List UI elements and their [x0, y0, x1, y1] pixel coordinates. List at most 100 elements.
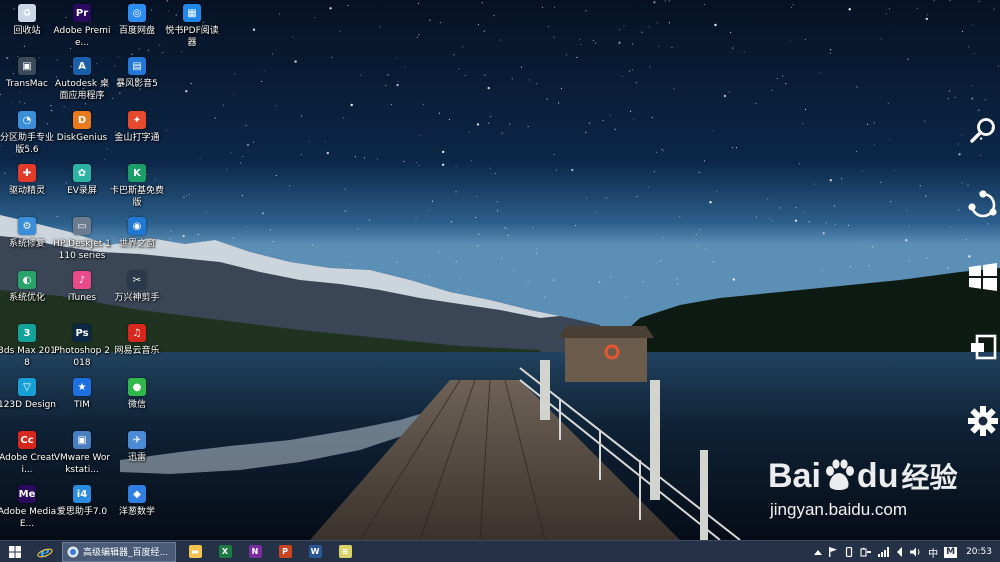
taskbar-word[interactable]: W — [300, 541, 330, 562]
desktop-icon[interactable]: K 卡巴斯基免费版 — [110, 160, 164, 210]
star — [880, 181, 882, 183]
search-charm[interactable] — [966, 114, 1000, 148]
desktop-icon[interactable]: ★ TIM — [55, 374, 109, 424]
desktop-icon[interactable]: ◆ 洋葱数学 — [110, 481, 164, 531]
star — [481, 2, 483, 4]
star — [993, 8, 995, 10]
baofeng-icon: ▤ — [128, 57, 146, 75]
star — [263, 70, 265, 72]
star — [477, 245, 479, 247]
desktop-icon[interactable]: ✦ 金山打字通 — [110, 107, 164, 157]
desktop-icon[interactable]: ◎ 百度网盘 — [110, 0, 164, 50]
star — [275, 105, 277, 107]
desktop-icon[interactable]: ▽ 123D Design — [0, 374, 56, 424]
tray-ime-language[interactable]: 中 — [925, 541, 941, 562]
star — [379, 26, 381, 28]
star — [677, 283, 679, 285]
star — [984, 99, 986, 101]
taskbar-file-explorer[interactable]: ▬ — [180, 541, 210, 562]
star — [272, 241, 274, 243]
settings-charm[interactable] — [966, 404, 1000, 438]
tray-action-center[interactable] — [825, 541, 841, 562]
taskbar-powerpoint[interactable]: P — [270, 541, 300, 562]
star — [542, 6, 544, 8]
taskbar-excel[interactable]: X — [210, 541, 240, 562]
desktop-icon[interactable]: Ps Photoshop 2018 — [54, 320, 110, 370]
desktop-icon-grid: ♻ 回收站 Pr Adobe Premie... ◎ 百度网盘 ▦ 悦书PDF阅读器 ▣ Tran… — [0, 0, 220, 540]
star — [849, 266, 851, 268]
star — [798, 163, 801, 165]
desktop-icon[interactable]: ◉ 世界之窗 — [110, 213, 164, 263]
desktop-icon[interactable]: ▤ 暴风影音5 — [110, 53, 164, 103]
desktop-icon[interactable]: i4 爱思助手7.0 — [55, 481, 109, 531]
star — [233, 94, 235, 96]
desktop-icon-label: 卡巴斯基免费版 — [109, 186, 164, 208]
desktop-icon[interactable]: ✚ 驱动精灵 — [0, 160, 54, 210]
star — [419, 134, 421, 136]
star — [347, 4, 349, 7]
star — [357, 228, 359, 230]
desktop-icon-label: 万兴神剪手 — [114, 293, 160, 303]
desktop-icon[interactable]: ♻ 回收站 — [0, 0, 54, 50]
desktop-icon[interactable]: ✈ 迅雷 — [110, 427, 164, 477]
taskbar-notepad[interactable]: ≡ — [330, 541, 360, 562]
taskbar-onenote[interactable]: N — [240, 541, 270, 562]
desktop-icon[interactable]: ▣ VMware Workstati... — [54, 427, 110, 477]
star — [908, 260, 910, 262]
tray-volume[interactable] — [907, 541, 925, 562]
desktop-icon[interactable]: ✿ EV录屏 — [55, 160, 109, 210]
devices-charm[interactable] — [966, 330, 1000, 364]
star — [439, 22, 441, 24]
desktop-icon[interactable]: A Autodesk 桌面应用程序 — [55, 53, 109, 103]
start-button[interactable] — [0, 541, 30, 562]
desktop-icon[interactable]: ♫ 网易云音乐 — [110, 320, 164, 370]
star — [404, 66, 406, 68]
star — [496, 201, 498, 203]
desktop-icon-label: Adobe Premie... — [53, 26, 111, 48]
desktop-icon[interactable]: Cc Adobe Creati... — [0, 427, 55, 477]
desktop-icon[interactable]: ✂ 万兴神剪手 — [110, 267, 164, 317]
star — [924, 120, 926, 122]
share-charm[interactable] — [966, 188, 1000, 222]
tray-device[interactable] — [841, 541, 857, 562]
windows-logo-icon — [969, 263, 997, 291]
ime-mode-badge: M — [944, 546, 958, 558]
folder-icon: ▬ — [188, 545, 202, 558]
start-charm[interactable] — [966, 260, 1000, 294]
desktop-icon[interactable]: ◐ 系统优化 — [0, 267, 54, 317]
taskbar-active-window[interactable]: 高级编辑器_百度经... — [62, 541, 176, 562]
tray-overflow-button[interactable] — [811, 541, 825, 562]
theworld-browser-icon: ◉ — [128, 217, 146, 235]
desktop-icon[interactable]: D DiskGenius — [55, 107, 109, 157]
tray-network[interactable] — [875, 541, 893, 562]
desktop-icon[interactable]: ● 微信 — [110, 374, 164, 424]
star — [576, 56, 578, 58]
star — [825, 222, 827, 224]
desktop-icon[interactable]: ▣ TransMac — [0, 53, 54, 103]
desktop-icon[interactable]: ◔ 分区助手专业版5.6 — [0, 107, 54, 157]
star — [234, 73, 236, 75]
star — [532, 226, 534, 228]
star — [403, 160, 405, 162]
tray-mute[interactable] — [893, 541, 907, 562]
desktop-icon[interactable]: ⚙ 系统修复 — [0, 213, 54, 263]
star — [629, 110, 632, 112]
star — [949, 0, 951, 2]
desktop-icon[interactable]: Pr Adobe Premie... — [53, 0, 111, 50]
star — [656, 22, 658, 24]
star — [662, 150, 664, 152]
desktop-icon[interactable]: ▭ HP DeskJet 1110 series — [53, 213, 111, 263]
desktop-icon[interactable]: ▦ 悦书PDF阅读器 — [165, 0, 219, 50]
desktop-icon[interactable]: 3 3ds Max 2018 — [0, 320, 56, 370]
desktop-icon[interactable]: ♪ iTunes — [55, 267, 109, 317]
taskbar-ie[interactable]: e — [30, 541, 60, 562]
star — [731, 147, 733, 149]
tray-ime-mode[interactable]: M — [941, 541, 960, 562]
star — [418, 164, 420, 166]
desktop-icon[interactable]: Me Adobe Media E... — [0, 481, 56, 531]
star — [289, 185, 291, 187]
filmora-icon: ✂ — [128, 271, 146, 289]
star — [743, 51, 745, 53]
tray-battery[interactable] — [857, 541, 875, 562]
taskbar-clock[interactable]: 20:53 — [960, 547, 1000, 557]
